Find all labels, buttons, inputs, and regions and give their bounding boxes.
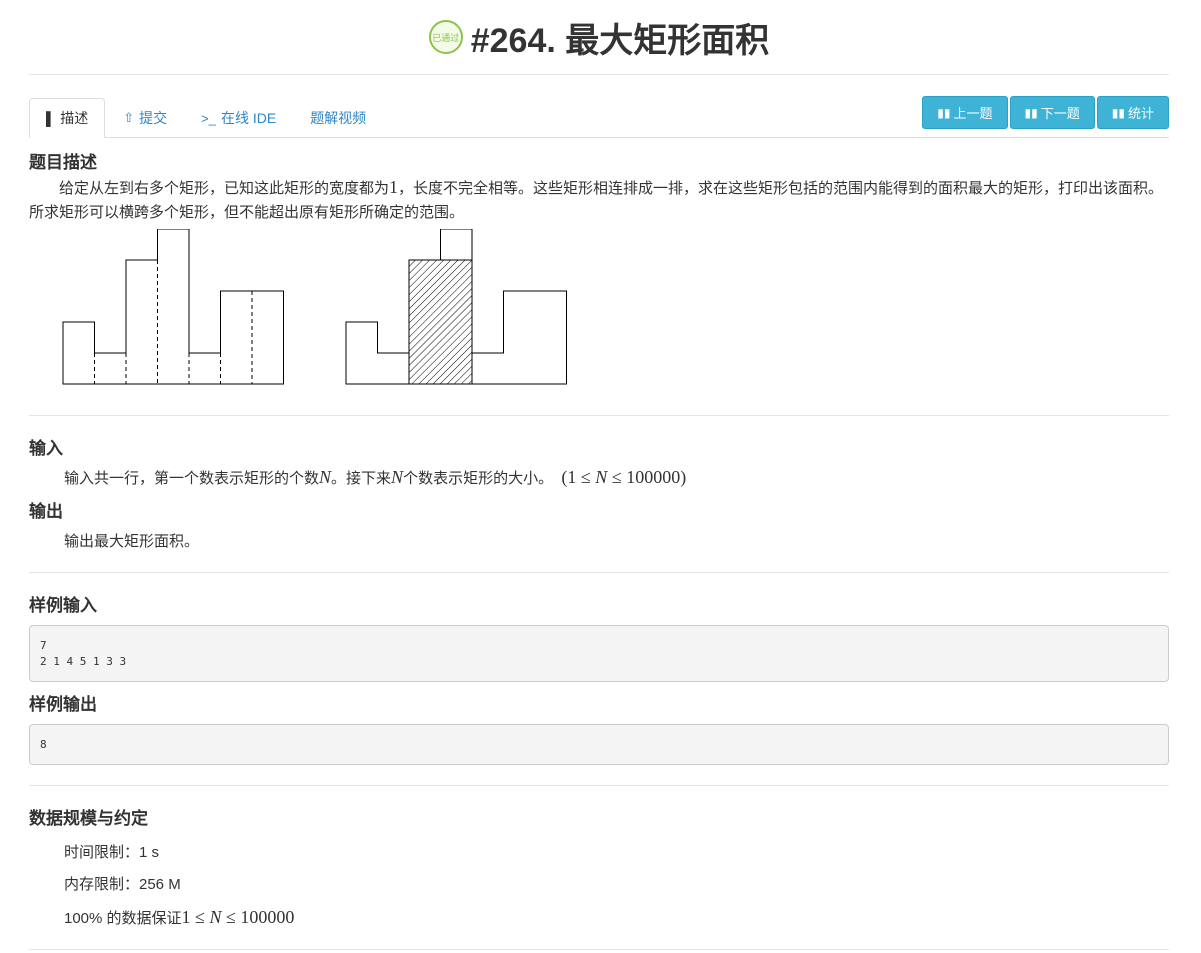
tab-label: 在线 IDE	[220, 110, 277, 126]
histogram-left	[62, 229, 284, 385]
page-title: #264. 最大矩形面积	[470, 21, 770, 60]
next-problem-button[interactable]: ▮▮ 下一题	[1009, 96, 1095, 129]
button-label: 下一题	[1040, 106, 1080, 121]
bar-chart-icon: ▮▮	[1024, 105, 1038, 120]
tab-submit[interactable]: ⇧ 提交	[107, 98, 183, 138]
sample-output-block[interactable]: 8	[29, 724, 1169, 765]
tab-label: 描述	[60, 110, 89, 126]
button-label: 上一题	[953, 106, 993, 121]
passed-badge-icon: 已通过	[428, 20, 463, 54]
sample-output-section: 样例输出 8	[29, 690, 1169, 765]
description-text: 给定从左到右多个矩形，已知这此矩形的宽度都为1，长度不完全相等。这些矩形相连排成…	[29, 177, 1164, 221]
output-heading: 输出	[29, 502, 63, 521]
histogram-outline	[62, 229, 284, 385]
terminal-icon: >_	[201, 110, 216, 126]
input-heading: 输入	[29, 439, 63, 458]
bar-chart-icon: ▮▮	[937, 105, 951, 120]
tab-solution-video[interactable]: 题解视频	[294, 98, 382, 138]
prev-problem-button[interactable]: ▮▮ 上一题	[922, 96, 1008, 129]
data-range: 100% 的数据保证1 ≤ N ≤ 100000	[64, 907, 295, 927]
book-icon: ▌	[46, 110, 56, 126]
max-rectangle-highlight	[408, 259, 473, 385]
title-bar: 已通过 #264. 最大矩形面积	[29, 0, 1169, 75]
description-heading: 题目描述	[29, 153, 97, 172]
output-text: 输出最大矩形面积。	[64, 533, 200, 550]
limits-heading: 数据规模与约定	[29, 809, 148, 828]
sample-output-heading: 样例输出	[29, 695, 97, 714]
sample-input-block[interactable]: 7 2 1 4 5 1 3 3	[29, 625, 1169, 682]
input-section: 输入 输入共一行，第一个数表示矩形的个数N。接下来N个数表示矩形的大小。 (1 …	[29, 434, 1169, 491]
input-text: 输入共一行，第一个数表示矩形的个数N。接下来N个数表示矩形的大小。 (1 ≤ N…	[64, 467, 687, 487]
description-section: 题目描述 给定从左到右多个矩形，已知这此矩形的宽度都为1，长度不完全相等。这些矩…	[29, 148, 1169, 389]
tab-bar: ▌ 描述 ⇧ 提交 >_ 在线 IDE 题解视频 ▮▮ 上一题 ▮▮ 下一题 ▮…	[29, 75, 1169, 138]
statistics-button[interactable]: ▮▮ 统计	[1096, 96, 1169, 129]
tab-label: 题解视频	[310, 110, 367, 126]
histogram-right-highlighted	[345, 229, 567, 385]
button-label: 统计	[1127, 106, 1154, 121]
tab-online-ide[interactable]: >_ 在线 IDE	[185, 98, 292, 138]
tab-label: 提交	[139, 110, 168, 126]
tab-description[interactable]: ▌ 描述	[29, 98, 106, 138]
bar-chart-icon: ▮▮	[1111, 105, 1125, 120]
sample-input-section: 样例输入 7 2 1 4 5 1 3 3	[29, 591, 1169, 682]
upload-icon: ⇧	[123, 110, 135, 125]
rectangles-figure	[62, 229, 567, 385]
memory-limit: 内存限制：256 M	[64, 876, 181, 893]
limits-section: 数据规模与约定 时间限制：1 s 内存限制：256 M 100% 的数据保证1 …	[29, 804, 1169, 935]
output-section: 输出 输出最大矩形面积。	[29, 497, 1169, 554]
sample-input-heading: 样例输入	[29, 596, 97, 615]
time-limit: 时间限制：1 s	[64, 844, 160, 861]
